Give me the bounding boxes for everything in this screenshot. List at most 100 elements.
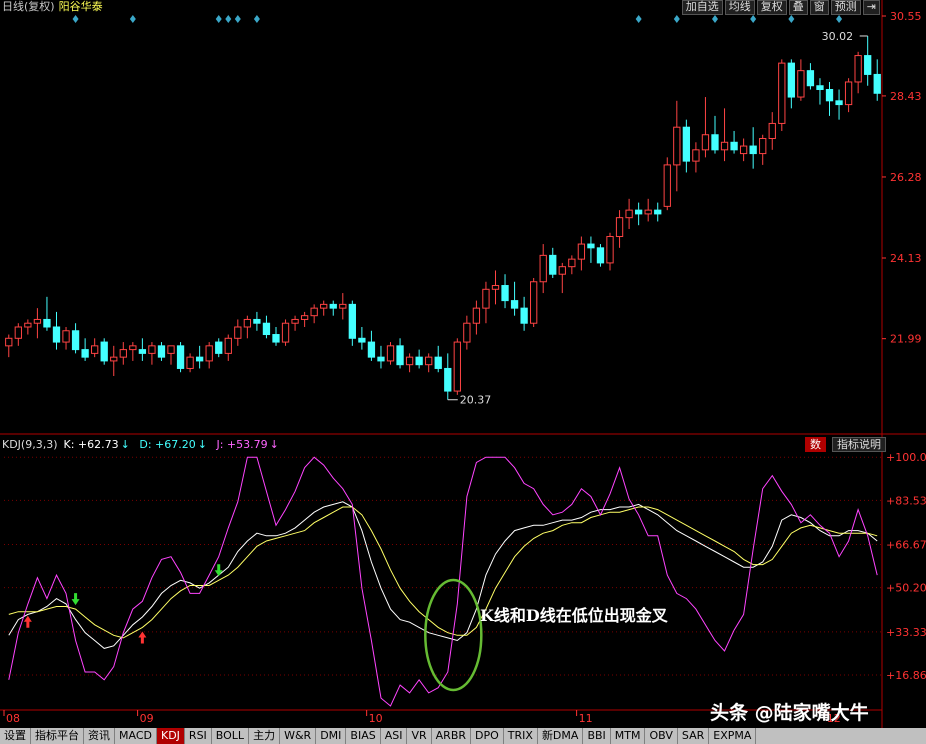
candle-body (644, 209, 652, 215)
tab-6[interactable]: BOLL (212, 728, 250, 744)
candle (692, 142, 700, 173)
tab-21[interactable]: EXPMA (709, 728, 757, 744)
x-tick-label: 09 (140, 712, 154, 725)
candle (52, 311, 61, 350)
tab-17[interactable]: BBI (583, 728, 611, 744)
candle-body (81, 349, 89, 358)
candle-body (405, 356, 414, 366)
toolbar: 加自选 均线 复权 叠 窗 预测 ⇥ (681, 0, 880, 15)
candle (186, 353, 194, 373)
candle (864, 35, 872, 86)
adjust-price-button[interactable]: 复权 (756, 0, 787, 15)
tab-7[interactable]: 主力 (249, 728, 281, 744)
candle-body (100, 341, 108, 362)
candle-body (825, 89, 834, 102)
candle (253, 311, 261, 331)
candle (615, 210, 624, 248)
candle-body (720, 141, 729, 151)
tab-15[interactable]: TRIX (504, 728, 538, 744)
candle (549, 247, 557, 278)
candle (739, 138, 748, 162)
candle (568, 255, 576, 275)
tab-4[interactable]: KDJ (156, 728, 185, 744)
candle (367, 330, 376, 361)
tab-16[interactable]: 新DMA (538, 728, 584, 744)
tab-20[interactable]: SAR (678, 728, 710, 744)
tab-14[interactable]: DPO (471, 728, 504, 744)
tab-1[interactable]: 指标平台 (31, 728, 84, 744)
candle-body (138, 349, 147, 354)
candle-body (692, 149, 700, 162)
candle-body (415, 356, 423, 366)
candle-body (768, 122, 776, 140)
buy-arrow-icon (23, 615, 32, 628)
candle (224, 334, 232, 361)
candle (110, 345, 118, 376)
candle-body (434, 356, 442, 369)
tab-8[interactable]: W&R (280, 728, 317, 744)
indicator-help-button[interactable]: 指标说明 (832, 437, 886, 452)
kdj-j-value: J: +53.79 (216, 438, 268, 451)
candle (234, 319, 242, 346)
tab-11[interactable]: ASI (381, 728, 408, 744)
kdj-tick-label: +50.20 (886, 582, 926, 595)
candle-body (195, 356, 204, 362)
tab-3[interactable]: MACD (115, 728, 157, 744)
overlay-button[interactable]: 叠 (788, 0, 808, 15)
candle (215, 338, 223, 358)
tab-10[interactable]: BIAS (346, 728, 381, 744)
window-button[interactable]: 窗 (809, 0, 829, 15)
tab-19[interactable]: OBV (645, 728, 678, 744)
tab-13[interactable]: ARBR (432, 728, 472, 744)
candle-body (281, 322, 290, 343)
collapse-panel-icon[interactable]: ⇥ (862, 0, 880, 15)
candle (5, 334, 13, 358)
chart-grid (0, 0, 926, 728)
candle (520, 296, 528, 331)
candle-body (215, 341, 223, 354)
candle (24, 319, 32, 335)
candle-body (787, 62, 795, 98)
candle (291, 315, 299, 331)
candle-body (367, 341, 376, 358)
candle-body (577, 243, 586, 260)
tab-5[interactable]: RSI (185, 728, 212, 744)
candle (663, 157, 671, 211)
candle-body (43, 318, 51, 328)
event-diamond-icon (225, 15, 232, 23)
kdj-tick-label: +66.67 (886, 539, 926, 552)
candle (157, 342, 166, 361)
tab-0[interactable]: 设置 (0, 728, 31, 744)
candle (81, 338, 89, 361)
candle (339, 293, 347, 320)
candle-body (62, 330, 70, 343)
tab-12[interactable]: VR (407, 728, 432, 744)
candle (463, 315, 471, 350)
candle-body (606, 236, 614, 264)
kdj-tick-label: +83.53 (886, 494, 926, 507)
add-watchlist-button[interactable]: 加自选 (681, 0, 723, 15)
forecast-button[interactable]: 预测 (830, 0, 861, 15)
candle (701, 97, 710, 158)
candle (587, 236, 595, 263)
candle-body (148, 345, 156, 354)
tab-2[interactable]: 资讯 (84, 728, 115, 744)
candle (14, 323, 22, 346)
candle (405, 353, 414, 373)
moving-average-button[interactable]: 均线 (724, 0, 755, 15)
candle-body (253, 318, 261, 324)
watermark: 头条 @陆家嘴大牛 (710, 702, 869, 724)
price-tick-label: 21.99 (890, 333, 922, 346)
candle-body (129, 345, 137, 351)
candle (539, 244, 547, 294)
candle-body (14, 326, 22, 339)
candle-body (864, 55, 872, 75)
data-button[interactable]: 数 (805, 437, 826, 452)
event-diamond-icon (234, 15, 241, 23)
candle (558, 262, 566, 294)
candle-body (587, 243, 595, 249)
event-diamond-icon (750, 15, 757, 23)
tab-18[interactable]: MTM (611, 728, 646, 744)
candle-body (759, 138, 767, 155)
tab-9[interactable]: DMI (316, 728, 347, 744)
